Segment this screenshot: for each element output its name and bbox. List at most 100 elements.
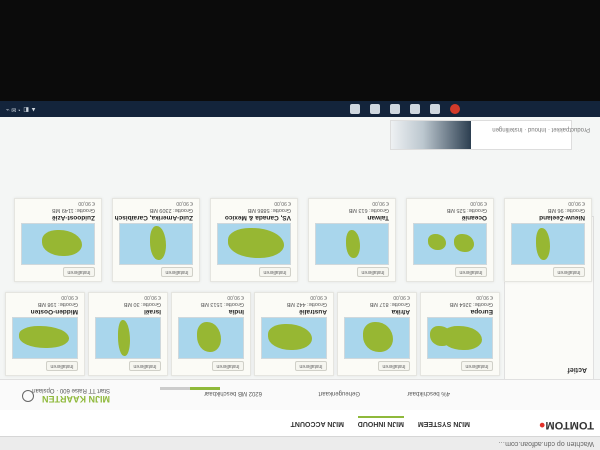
map-price: € 90,00 [372, 200, 389, 206]
install-button[interactable]: Installeren [553, 267, 585, 277]
banner-image [391, 121, 471, 149]
land-shape [118, 320, 130, 356]
tomtom-logo[interactable]: TOMTOM● [539, 419, 594, 431]
map-name: Oceanië [461, 214, 487, 221]
land-shape [268, 324, 312, 350]
promo-banner[interactable] [390, 120, 572, 150]
map-name: Taiwan [367, 214, 389, 221]
photographed-screen: Wachten op cdn.adfoan.com… TOMTOM● MIJN … [0, 0, 600, 450]
map-card[interactable]: Installeren Zuid-Amerika, Caraïbisch Gro… [112, 198, 200, 282]
nav-my-account[interactable]: MIJN ACCOUNT [291, 420, 344, 427]
map-size: Grootte: 1149 MB [51, 207, 95, 213]
map-price: € 90,00 [476, 294, 493, 300]
map-thumbnail [344, 317, 410, 359]
install-button[interactable]: Installeren [46, 361, 78, 371]
install-button[interactable]: Installeren [461, 361, 493, 371]
map-size: Grootte: 96 MB [547, 207, 585, 213]
map-thumbnail [21, 223, 95, 265]
app-icon[interactable] [390, 104, 400, 114]
top-navigation: TOMTOM● MIJN SYSTEEM MIJN INHOUD MIJN AC… [0, 409, 600, 436]
map-thumbnail [178, 317, 244, 359]
tomtom-page: Wachten op cdn.adfoan.com… TOMTOM● MIJN … [0, 117, 600, 450]
map-size: Grootte: 3264 MB [449, 301, 493, 307]
land-shape [346, 230, 360, 258]
app-icon[interactable] [370, 104, 380, 114]
land-shape [536, 228, 550, 260]
map-card[interactable]: Installeren Israël Grootte: 30 MB € 90,0… [88, 292, 168, 376]
active-title: Actief [567, 366, 587, 373]
map-card[interactable]: Installeren Zuidoost-Azië Grootte: 1149 … [14, 198, 102, 282]
map-name: VS, Canada & Mexico [224, 214, 291, 221]
map-thumbnail [261, 317, 327, 359]
map-name: Zuidoost-Azië [52, 214, 95, 221]
map-card[interactable]: Installeren Australië Grootte: 442 MB € … [254, 292, 334, 376]
install-button[interactable]: Installeren [129, 361, 161, 371]
map-card[interactable]: Installeren Europa Grootte: 3264 MB € 90… [420, 292, 500, 376]
map-price: € 90,00 [470, 200, 487, 206]
map-name: Israël [144, 308, 161, 315]
map-size: Grootte: 525 MB [446, 207, 487, 213]
map-name: Zuid-Amerika, Caraïbisch [114, 214, 193, 221]
map-price: € 90,00 [176, 200, 193, 206]
storage-available: 6202 MB beschikbaar [203, 390, 262, 396]
map-price: € 90,00 [144, 294, 161, 300]
map-price: € 90,00 [393, 294, 410, 300]
map-name: Midden-Oosten [30, 308, 78, 315]
map-name: Europa [470, 308, 493, 315]
land-shape [42, 230, 82, 256]
install-button[interactable]: Installeren [259, 267, 291, 277]
map-size: Grootte: 442 MB [286, 301, 327, 307]
map-price: € 90,00 [61, 294, 78, 300]
land-shape [19, 326, 69, 348]
status-text: Wachten op cdn.adfoan.com… [498, 440, 594, 447]
install-button[interactable]: Installeren [295, 361, 327, 371]
install-button[interactable]: Installeren [455, 267, 487, 277]
map-size: Grootte: 198 MB [37, 301, 78, 307]
memory-card: Geheugenkaart [318, 390, 360, 396]
map-size: Grootte: 613 MB [348, 207, 389, 213]
map-card[interactable]: Installeren VS, Canada & Mexico Grootte:… [210, 198, 298, 282]
nav-my-system[interactable]: MIJN SYSTEEM [418, 420, 470, 427]
map-name: Australië [299, 308, 327, 315]
app-icon[interactable] [410, 104, 420, 114]
land-shape [150, 226, 166, 260]
map-thumbnail [315, 223, 389, 265]
map-card[interactable]: Installeren Afrika Grootte: 817 MB € 90,… [337, 292, 417, 376]
map-card[interactable]: Installeren India Grootte: 1513 MB € 90,… [171, 292, 251, 376]
map-name: Afrika [391, 308, 410, 315]
map-size: Grootte: 2309 MB [149, 207, 193, 213]
install-button[interactable]: Installeren [161, 267, 193, 277]
map-price: € 90,00 [310, 294, 327, 300]
chrome-icon[interactable] [450, 104, 460, 114]
land-shape [454, 234, 474, 252]
map-size: Grootte: 5886 MB [247, 207, 291, 213]
map-size: Grootte: 817 MB [369, 301, 410, 307]
land-shape [197, 322, 221, 352]
install-button[interactable]: Installeren [378, 361, 410, 371]
install-button[interactable]: Installeren [63, 267, 95, 277]
install-button[interactable]: Installeren [357, 267, 389, 277]
map-card[interactable]: Installeren Midden-Oosten Grootte: 198 M… [5, 292, 85, 376]
memory-available: 4% beschikbaar [407, 390, 450, 396]
page-title: MIJN KAARTEN [41, 394, 110, 404]
map-price: € 90,00 [568, 200, 585, 206]
map-card[interactable]: Installeren Nieuw-Zeeland Grootte: 96 MB… [504, 198, 592, 282]
land-shape [430, 326, 452, 346]
map-card[interactable]: Installeren Oceanië Grootte: 525 MB € 90… [406, 198, 494, 282]
map-price: € 90,00 [274, 200, 291, 206]
install-button[interactable]: Installeren [212, 361, 244, 371]
map-thumbnail [12, 317, 78, 359]
land-shape [363, 322, 393, 352]
map-card[interactable]: Installeren Taiwan Grootte: 613 MB € 90,… [308, 198, 396, 282]
map-price: € 90,00 [78, 200, 95, 206]
map-name: Nieuw-Zeeland [539, 214, 585, 221]
device-info: Start TT Raise 600 · Opslaan [32, 387, 110, 393]
nav-my-content[interactable]: MIJN INHOUD [357, 416, 404, 427]
app-icon[interactable] [350, 104, 360, 114]
app-icon[interactable] [430, 104, 440, 114]
map-size: Grootte: 30 MB [123, 301, 161, 307]
map-thumbnail [95, 317, 161, 359]
device-header: MIJN KAARTEN Start TT Raise 600 · Opslaa… [0, 379, 600, 410]
map-thumbnail [427, 317, 493, 359]
map-thumbnail [119, 223, 193, 265]
